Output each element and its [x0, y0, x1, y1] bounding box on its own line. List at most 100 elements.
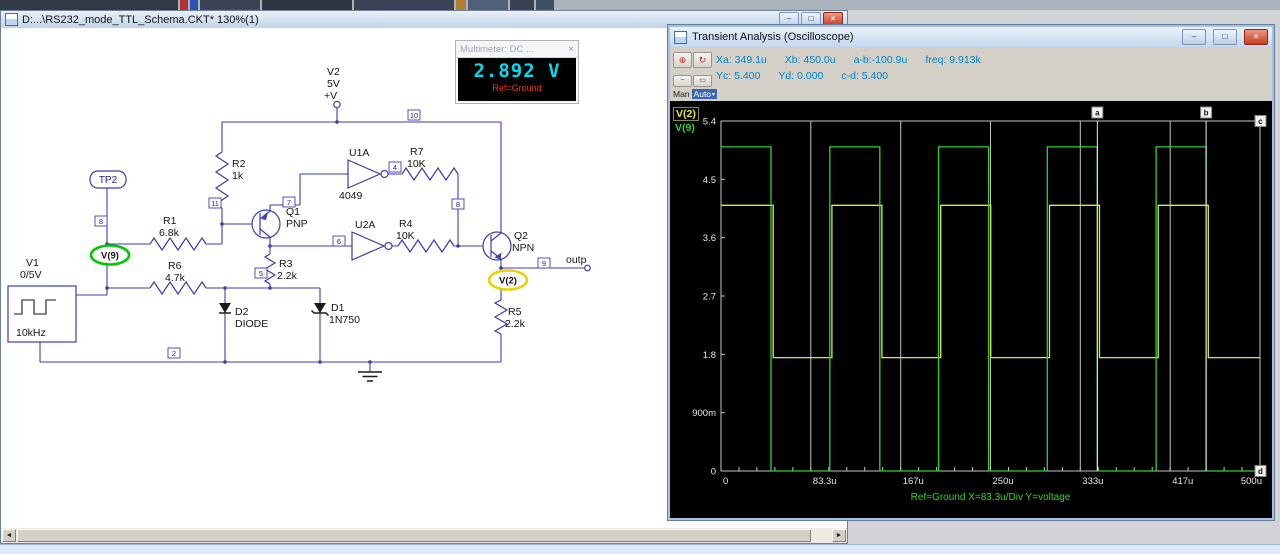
scope-titlebar[interactable]: Transient Analysis (Oscilloscope) – □ ×	[670, 27, 1272, 48]
scope-cursor-tool-icon[interactable]: ⊕	[673, 52, 692, 68]
man-label[interactable]: Man	[673, 89, 690, 99]
scroll-right-icon[interactable]: ►	[832, 529, 846, 542]
trace-V(2)	[721, 204, 1260, 359]
x-tick-label: 167u	[903, 476, 924, 487]
v2-name: V2	[327, 66, 340, 78]
plot-footer: Ref=Ground X=83.3u/Div Y=voltage	[911, 492, 1071, 503]
diode-d2[interactable]	[219, 303, 231, 314]
r2-name: R2	[232, 158, 246, 170]
scope-display[interactable]: V(2) V(9) 0 83.3u 167u 250u 333u 417u 500u 5.4 4…	[670, 101, 1272, 518]
q2-value: NPN	[512, 242, 534, 254]
transistor-q1[interactable]	[251, 209, 281, 239]
scroll-left-icon[interactable]: ◄	[2, 529, 16, 542]
r6-value: 4.7k	[165, 272, 186, 284]
v1-value: 0/5V	[20, 269, 42, 281]
node-number-10: 10	[407, 109, 421, 121]
scope-tool-cluster: ⊕ ↻ ~ ▭ Man Auto ▾	[673, 50, 718, 99]
junction-dots	[105, 120, 503, 364]
multimeter-title: Multimeter: DC ...	[460, 43, 534, 55]
v2-probe-label: V(2)	[499, 276, 517, 287]
transistor-q2[interactable]	[482, 231, 512, 261]
multimeter-ref: Ref=Ground	[492, 83, 542, 93]
cursor-flag-d[interactable]: d	[1254, 465, 1267, 477]
scope-wave-tool-icon[interactable]: ~	[673, 75, 692, 87]
readout-ab: a-b:-100.9u	[853, 54, 908, 66]
readout-yc: Yc: 5.400	[716, 70, 761, 82]
scope-box-tool-icon[interactable]: ▭	[693, 75, 712, 87]
scope-close-button[interactable]: ×	[1244, 29, 1268, 45]
x-tick-label: 83.3u	[813, 476, 837, 487]
legend-v9[interactable]: V(9)	[673, 122, 699, 134]
resistors[interactable]	[149, 151, 509, 335]
close-icon[interactable]: ×	[568, 44, 574, 55]
v1-name: V1	[26, 257, 39, 269]
svg-text:b: b	[1204, 109, 1209, 118]
scope-window: Transient Analysis (Oscilloscope) – □ × …	[667, 24, 1275, 521]
plus-v-terminal[interactable]	[333, 100, 341, 109]
outp-label: outp	[566, 254, 587, 266]
tp2-label: TP2	[99, 175, 118, 186]
cursor-flag-b[interactable]: b	[1200, 106, 1213, 119]
x-tick-label: 500u	[1241, 476, 1262, 487]
multimeter-titlebar[interactable]: Multimeter: DC ... ×	[456, 41, 578, 58]
micro-cap-app: D:...\RS232_mode_TTL_Schema.CKT* 130%(1)…	[0, 0, 1280, 554]
toolbar-fragment	[354, 0, 454, 10]
multimeter-value: 2.892 V	[473, 60, 561, 82]
readout-cd: c-d: 5.400	[841, 70, 889, 82]
d1-value: 1N750	[329, 314, 360, 326]
toolbar-fragment	[536, 0, 554, 10]
scope-restore-button[interactable]: □	[1213, 29, 1237, 45]
auto-dropdown[interactable]: Auto ▾	[691, 89, 718, 99]
y-tick-label: 4.5	[703, 175, 716, 186]
status-bar	[0, 544, 1280, 554]
x-tick-label: 417u	[1172, 476, 1193, 487]
svg-text:6: 6	[337, 237, 341, 246]
r2-value: 1k	[232, 170, 244, 182]
outp-terminal[interactable]	[584, 264, 591, 272]
y-tick-label: 1.8	[703, 350, 716, 361]
trace-legend: V(2) V(9)	[673, 107, 699, 135]
r3-value: 2.2k	[277, 270, 298, 282]
svg-text:a: a	[1095, 109, 1100, 118]
waveform-plot[interactable]: 0 83.3u 167u 250u 333u 417u 500u 5.4 4.5 3.6 2.7 1.…	[670, 101, 1272, 518]
r4-name: R4	[399, 218, 413, 230]
cursor-flag-c[interactable]: c	[1254, 115, 1267, 127]
v9-probe-label: V(9)	[101, 251, 119, 262]
toolbar-fragment	[0, 0, 178, 10]
horizontal-scrollbar[interactable]: ◄ ►	[1, 528, 847, 543]
scrollbar-thumb[interactable]	[17, 529, 811, 542]
r6-name: R6	[168, 260, 182, 272]
q1-name: Q1	[286, 206, 300, 218]
r7-value: 10K	[407, 158, 426, 170]
r5-value: 2.2k	[505, 318, 526, 330]
window-title: D:...\RS232_mode_TTL_Schema.CKT* 130%(1)	[22, 13, 259, 26]
y-tick-label: 5.4	[703, 117, 716, 128]
svg-text:2: 2	[172, 349, 176, 358]
u2a-name: U2A	[355, 219, 375, 231]
r1-value: 6.8k	[159, 227, 180, 239]
multimeter-window: Multimeter: DC ... × 2.892 V Ref=Ground	[455, 40, 579, 104]
toolbar-fragment	[190, 0, 198, 10]
node-number-4: 4	[388, 161, 402, 173]
diode-d1[interactable]	[310, 303, 330, 317]
r7-name: R7	[410, 146, 424, 158]
cursor-flag-a[interactable]: a	[1091, 106, 1104, 119]
inverter-u2a[interactable]	[351, 231, 393, 261]
r4-value: 10K	[396, 230, 415, 242]
toolbar-fragment	[456, 0, 466, 10]
node-number-9: 9	[537, 257, 551, 269]
inverter-u1a[interactable]	[347, 159, 389, 189]
svg-text:c: c	[1258, 117, 1263, 126]
scope-refresh-icon[interactable]: ↻	[693, 52, 712, 68]
legend-v2[interactable]: V(2)	[673, 107, 699, 121]
v1-freq: 10kHz	[16, 327, 46, 339]
v2-value: 5V	[327, 78, 340, 90]
svg-text:10: 10	[410, 111, 418, 120]
scope-minimize-button[interactable]: –	[1182, 29, 1206, 45]
x-tick-label: 250u	[993, 476, 1014, 487]
toolbar-fragment	[468, 0, 508, 10]
scope-window-icon	[674, 30, 687, 44]
y-tick-label: 3.6	[703, 233, 716, 244]
u1a-name: U1A	[349, 147, 369, 159]
svg-text:9: 9	[542, 259, 546, 268]
